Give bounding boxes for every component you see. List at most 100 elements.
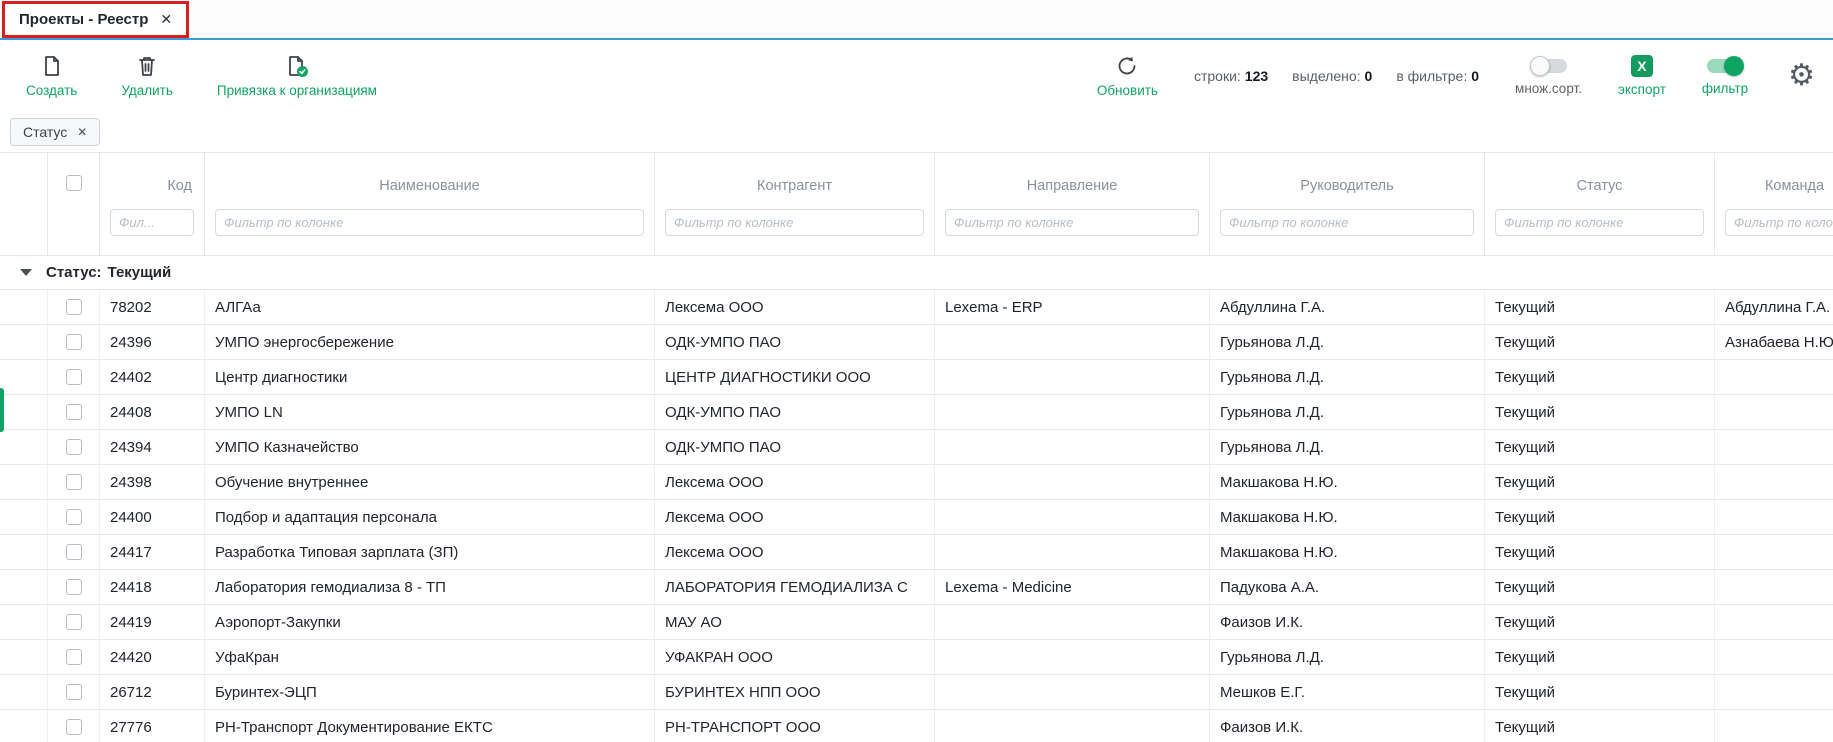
table-row[interactable]: 78202АЛГАаЛексема ОООLexema - ERPАбдулли… — [0, 290, 1833, 325]
table-row[interactable]: 24418Лаборатория гемодиализа 8 - ТПЛАБОР… — [0, 570, 1833, 605]
row-checkbox[interactable] — [66, 474, 82, 490]
cell-code: 24400 — [100, 500, 205, 534]
select-all-checkbox[interactable] — [66, 175, 82, 191]
column-filter-input[interactable] — [110, 209, 194, 236]
tab-projects-registry[interactable]: Проекты - Реестр ✕ — [2, 1, 189, 38]
column-header-label[interactable]: Статус — [1485, 165, 1714, 207]
row-checkbox-cell — [48, 570, 100, 604]
cell-status: Текущий — [1485, 290, 1715, 324]
row-checkbox[interactable] — [66, 404, 82, 420]
column-filter-input[interactable] — [665, 209, 924, 236]
row-checkbox[interactable] — [66, 579, 82, 595]
filter-toggle-on-icon[interactable] — [1707, 59, 1743, 73]
cell-contragent: ЦЕНТР ДИАГНОСТИКИ ООО — [655, 360, 935, 394]
cell-name: Разработка Типовая зарплата (ЗП) — [205, 535, 655, 569]
cell-manager: Фаизов И.К. — [1210, 605, 1485, 639]
multisort-toggle-button[interactable]: множ.сорт. — [1515, 56, 1582, 96]
filter-chip-status[interactable]: Статус ✕ — [10, 118, 100, 146]
multisort-toggle-off-icon[interactable] — [1531, 59, 1567, 73]
table-row[interactable]: 24408УМПО LNОДК-УМПО ПАОГурьянова Л.Д.Те… — [0, 395, 1833, 430]
cell-team — [1715, 430, 1833, 464]
cell-manager: Макшакова Н.Ю. — [1210, 535, 1485, 569]
row-checkbox[interactable] — [66, 369, 82, 385]
cell-status: Текущий — [1485, 395, 1715, 429]
filter-toggle-button[interactable]: фильтр — [1702, 56, 1748, 96]
settings-gear-icon[interactable]: ⚙ — [1788, 61, 1815, 91]
cell-team — [1715, 360, 1833, 394]
row-expander-cell — [0, 290, 48, 324]
row-checkbox[interactable] — [66, 544, 82, 560]
cell-contragent: Лексема ООО — [655, 290, 935, 324]
export-button[interactable]: X экспорт — [1618, 55, 1666, 97]
table-row[interactable]: 27776РН-Транспорт Документирование ЕКТСР… — [0, 710, 1833, 742]
table-row[interactable]: 26712Буринтех-ЭЦПБУРИНТЕХ НПП ОООМешков … — [0, 675, 1833, 710]
side-panel-edge-indicator[interactable] — [0, 388, 4, 432]
row-checkbox[interactable] — [66, 684, 82, 700]
row-checkbox[interactable] — [66, 509, 82, 525]
cell-team — [1715, 535, 1833, 569]
cell-name: Подбор и адаптация персонала — [205, 500, 655, 534]
table-row[interactable]: 24398Обучение внутреннееЛексема ОООМакша… — [0, 465, 1833, 500]
row-checkbox[interactable] — [66, 649, 82, 665]
cell-code: 26712 — [100, 675, 205, 709]
document-check-icon — [285, 54, 309, 78]
column-filter-input[interactable] — [945, 209, 1199, 236]
row-checkbox[interactable] — [66, 299, 82, 315]
cell-contragent: УФАКРАН ООО — [655, 640, 935, 674]
column-header-label[interactable]: Команда — [1715, 165, 1833, 207]
column-filter-input[interactable] — [215, 209, 644, 236]
filter-chip-row: Статус ✕ — [0, 112, 1833, 152]
cell-team — [1715, 395, 1833, 429]
cell-manager: Гурьянова Л.Д. — [1210, 360, 1485, 394]
cell-team: Азнабаева Н.Ю. — [1715, 325, 1833, 359]
table-row[interactable]: 24402Центр диагностикиЦЕНТР ДИАГНОСТИКИ … — [0, 360, 1833, 395]
row-checkbox-cell — [48, 290, 100, 324]
cell-contragent: Лексема ООО — [655, 535, 935, 569]
filter-chip-close-icon[interactable]: ✕ — [77, 125, 87, 139]
row-checkbox[interactable] — [66, 719, 82, 735]
table-row[interactable]: 24400Подбор и адаптация персоналаЛексема… — [0, 500, 1833, 535]
column-header-label[interactable]: Код — [100, 165, 204, 207]
column-filter-input[interactable] — [1495, 209, 1704, 236]
cell-name: РН-Транспорт Документирование ЕКТС — [205, 710, 655, 742]
group-collapse-icon[interactable] — [20, 269, 32, 276]
cell-name: УМПО энергосбережение — [205, 325, 655, 359]
tab-close-icon[interactable]: ✕ — [160, 11, 172, 28]
row-expander-cell — [0, 675, 48, 709]
cell-team — [1715, 570, 1833, 604]
table-row[interactable]: 24396УМПО энергосбережениеОДК-УМПО ПАОГу… — [0, 325, 1833, 360]
create-button[interactable]: Создать — [26, 54, 77, 98]
cell-contragent: МАУ АО — [655, 605, 935, 639]
excel-export-icon: X — [1631, 55, 1653, 77]
refresh-button[interactable]: Обновить — [1097, 54, 1158, 98]
cell-status: Текущий — [1485, 535, 1715, 569]
table-row[interactable]: 24420УфаКранУФАКРАН ОООГурьянова Л.Д.Тек… — [0, 640, 1833, 675]
column-header-label[interactable]: Контрагент — [655, 165, 934, 207]
row-checkbox[interactable] — [66, 334, 82, 350]
cell-code: 24394 — [100, 430, 205, 464]
table-row[interactable]: 24417Разработка Типовая зарплата (ЗП)Лек… — [0, 535, 1833, 570]
cell-direction — [935, 325, 1210, 359]
column-filter-input[interactable] — [1220, 209, 1474, 236]
export-label: экспорт — [1618, 82, 1666, 97]
table-row[interactable]: 24394УМПО КазначействоОДК-УМПО ПАОГурьян… — [0, 430, 1833, 465]
link-organizations-button[interactable]: Привязка к организациям — [217, 54, 377, 98]
row-checkbox-cell — [48, 605, 100, 639]
cell-code: 27776 — [100, 710, 205, 742]
column-filter-input[interactable] — [1725, 209, 1833, 236]
column-header-team: Команда — [1715, 153, 1833, 255]
cell-manager: Гурьянова Л.Д. — [1210, 325, 1485, 359]
row-checkbox[interactable] — [66, 614, 82, 630]
filter-label: фильтр — [1702, 81, 1748, 96]
delete-button[interactable]: Удалить — [121, 54, 173, 98]
table-row[interactable]: 24419Аэропорт-ЗакупкиМАУ АОФаизов И.К.Те… — [0, 605, 1833, 640]
cell-name: Центр диагностики — [205, 360, 655, 394]
grid-stats: строки:123 выделено:0 в фильтре:0 — [1194, 68, 1479, 84]
column-header-label[interactable]: Руководитель — [1210, 165, 1484, 207]
column-header-label[interactable]: Наименование — [205, 165, 654, 207]
trash-icon — [135, 54, 159, 78]
row-checkbox-cell — [48, 640, 100, 674]
cell-code: 24408 — [100, 395, 205, 429]
row-checkbox[interactable] — [66, 439, 82, 455]
column-header-label[interactable]: Направление — [935, 165, 1209, 207]
